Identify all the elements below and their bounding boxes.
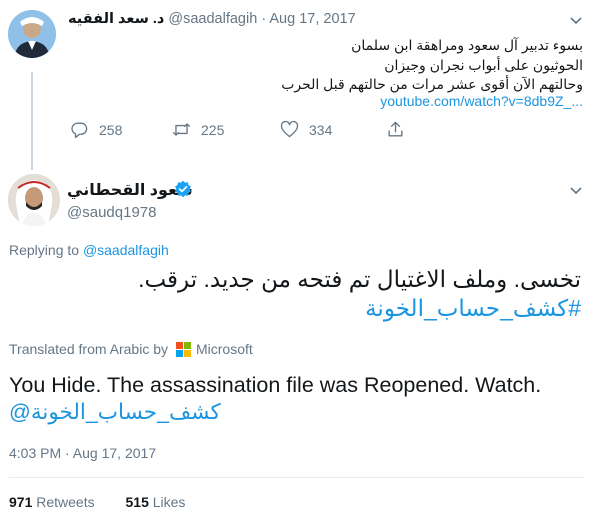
- header-separator: ·: [261, 11, 267, 27]
- like-button[interactable]: 334: [280, 120, 332, 139]
- chevron-down-icon[interactable]: [568, 182, 584, 198]
- parent-tweet[interactable]: د. سعد الفقيه @saadalfagih · Aug 17, 201…: [0, 0, 593, 160]
- reply-icon: [71, 122, 88, 139]
- retweets-label: Retweets: [36, 494, 95, 510]
- translation-hashtag-link[interactable]: كشف_حساب_الخونة@: [9, 400, 221, 425]
- parent-body-line: بسوء تدبير آل سعود ومراهقة ابن سلمان: [351, 37, 583, 53]
- tweet-timestamp[interactable]: 4:03 PM · Aug 17, 2017: [9, 445, 156, 461]
- retweet-count: 225: [201, 121, 225, 138]
- author-avatar[interactable]: [8, 174, 60, 226]
- parent-youtube-link[interactable]: youtube.com/watch?v=8db9Z_...: [380, 93, 583, 109]
- engagement-stats: 971 Retweets 515 Likes: [9, 494, 185, 510]
- translator-name[interactable]: Microsoft: [196, 341, 253, 357]
- tweet-hashtag-link[interactable]: #كشف_حساب_الخونة: [365, 295, 581, 322]
- retweet-button[interactable]: 225: [172, 120, 224, 139]
- chevron-down-icon[interactable]: [568, 12, 584, 28]
- like-count: 334: [309, 121, 333, 138]
- parent-handle[interactable]: @saadalfagih: [168, 11, 257, 27]
- parent-avatar[interactable]: [8, 10, 56, 58]
- microsoft-logo-icon: [176, 341, 191, 357]
- reply-button[interactable]: 258: [70, 120, 122, 139]
- replying-to-label: Replying to: [9, 242, 80, 258]
- parent-body-line: وحالتهم الآن أقوى عشر مرات من حالتهم قبل…: [281, 76, 583, 92]
- parent-header: د. سعد الفقيه @saadalfagih · Aug 17, 201…: [68, 11, 356, 27]
- likes-stat[interactable]: 515 Likes: [126, 494, 186, 510]
- parent-display-name[interactable]: د. سعد الفقيه: [68, 11, 164, 27]
- share-button[interactable]: [386, 120, 415, 139]
- translation-attribution: Translated from Arabic by Microsoft: [9, 341, 253, 357]
- retweet-icon: [172, 123, 191, 136]
- likes-count: 515: [125, 494, 149, 510]
- reply-count: 258: [99, 121, 123, 138]
- likes-label: Likes: [152, 494, 186, 510]
- translation-text: You Hide. The assassination file was Reo…: [9, 373, 542, 397]
- parent-body-line: الحوثيون على أبواب نجران وجيزان: [384, 56, 583, 73]
- divider: [9, 477, 584, 478]
- translated-label: Translated from Arabic by: [9, 341, 168, 357]
- parent-body: بسوء تدبير آل سعود ومراهقة ابن سلمان الح…: [83, 36, 583, 95]
- like-icon: [280, 120, 299, 138]
- parent-date[interactable]: Aug 17, 2017: [269, 11, 355, 27]
- tweet-text: تخسى. وملف الاغتيال تم فتحه من جديد. ترق…: [138, 266, 581, 292]
- retweets-stat[interactable]: 971 Retweets: [9, 494, 95, 510]
- verified-badge-icon: [175, 180, 191, 198]
- replying-to-handle-link[interactable]: @saadalfagih: [83, 242, 169, 258]
- author-handle[interactable]: @saudq1978: [67, 204, 156, 221]
- replying-to: Replying to @saadalfagih: [9, 242, 169, 258]
- share-icon: [388, 121, 403, 137]
- retweets-count: 971: [9, 494, 33, 510]
